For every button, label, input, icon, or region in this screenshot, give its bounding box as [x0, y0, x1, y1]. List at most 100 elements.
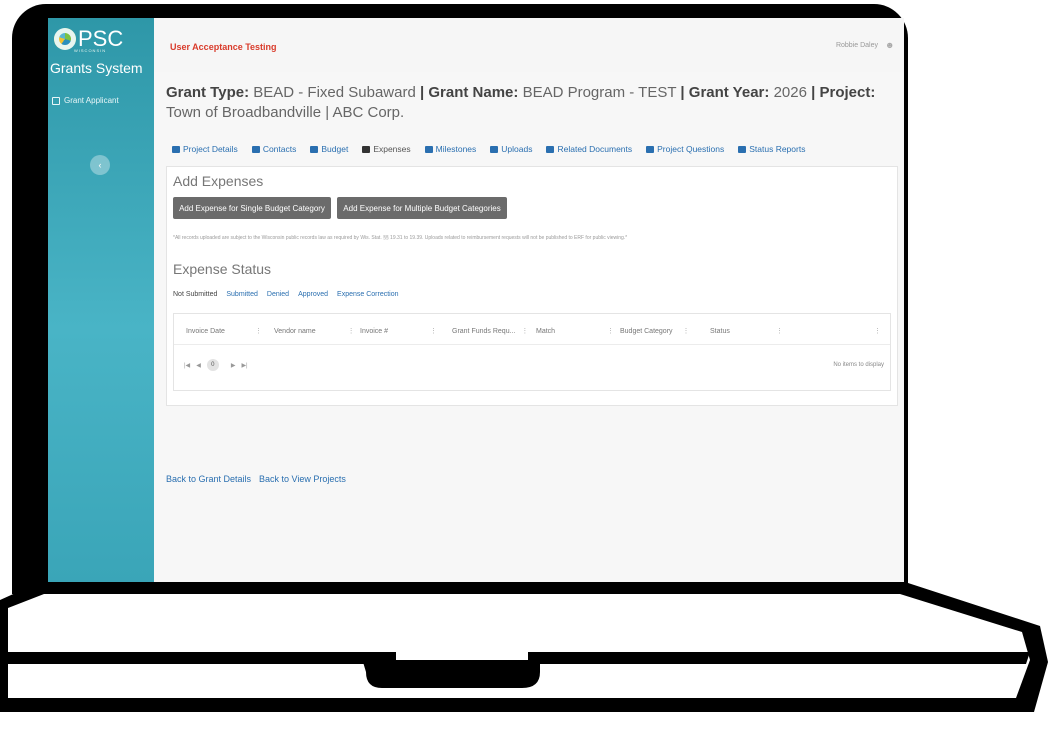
expenses-grid: Invoice Date ⋮ Vendor name ⋮ Invoice # ⋮ Gr… — [173, 313, 891, 391]
tab-expenses[interactable]: Expenses — [362, 144, 411, 154]
expense-status-title: Expense Status — [173, 261, 272, 277]
more-vertical-icon[interactable]: ⋮ — [874, 328, 881, 335]
top-bar: User Acceptance Testing Robbie Daley ☻ — [154, 18, 904, 73]
sidebar-collapse-button[interactable]: ‹ — [90, 155, 110, 175]
app-title: Grants System — [50, 60, 143, 76]
public-records-note: *All records uploaded are subject to the… — [173, 235, 628, 241]
tab-label: Project Questions — [657, 144, 725, 154]
column-header-match[interactable]: Match ⋮ — [536, 327, 614, 335]
environment-label: User Acceptance Testing — [170, 42, 277, 52]
column-header-status[interactable]: Status ⋮ — [710, 327, 783, 335]
tab-contacts[interactable]: Contacts — [251, 144, 297, 154]
app-screen: PSC WISCONSIN Grants System Grant Applic… — [48, 18, 904, 582]
next-page-icon[interactable]: ▶ — [231, 362, 236, 369]
grant-year-value: 2026 — [773, 84, 807, 101]
last-page-icon[interactable]: ▶| — [241, 362, 247, 369]
column-header-grant-funds[interactable]: Grant Funds Requ... ⋮ — [452, 327, 528, 335]
file-icon — [490, 145, 499, 153]
home-icon — [172, 145, 180, 153]
column-header-invoice-number[interactable]: Invoice # ⋮ — [360, 327, 437, 335]
user-name[interactable]: Robbie Daley — [836, 42, 878, 49]
column-label: Vendor name — [274, 328, 316, 335]
sidebar: PSC WISCONSIN Grants System Grant Applic… — [48, 18, 154, 582]
tab-project-questions[interactable]: Project Questions — [646, 144, 724, 154]
tab-expense-correction[interactable]: Expense Correction — [337, 291, 398, 298]
column-menu-icon[interactable]: ⋮ — [776, 328, 783, 335]
tab-approved[interactable]: Approved — [298, 291, 328, 298]
tab-not-submitted[interactable]: Not Submitted — [173, 291, 217, 298]
back-to-grant-details-link[interactable]: Back to Grant Details — [166, 474, 251, 484]
tab-label: Status Reports — [749, 144, 806, 154]
grant-name-label: Grant Name: — [428, 84, 519, 101]
tab-denied[interactable]: Denied — [267, 291, 289, 298]
checklist-icon — [424, 145, 433, 153]
money-icon — [310, 145, 319, 153]
grant-year-label: Grant Year: — [688, 84, 770, 101]
current-page[interactable]: 0 — [206, 359, 219, 371]
column-label: Match — [536, 328, 556, 335]
grant-name-value: BEAD Program - TEST — [522, 84, 677, 101]
tab-label: Milestones — [435, 144, 477, 154]
project-value: Town of Broadbandville | ABC Corp. — [166, 104, 405, 121]
column-menu-icon[interactable]: ⋮ — [348, 328, 355, 335]
document-icon — [52, 96, 60, 105]
laptop-base — [0, 582, 1048, 712]
column-menu-icon[interactable]: ⋮ — [430, 328, 437, 335]
receipt-icon — [362, 145, 371, 153]
tab-budget[interactable]: Budget — [310, 144, 348, 154]
project-tabs: Project Details Contacts Budget Expenses… — [172, 144, 819, 154]
back-to-view-projects-link[interactable]: Back to View Projects — [259, 474, 346, 484]
user-icon[interactable]: ☻ — [885, 40, 894, 51]
tab-label: Expenses — [373, 144, 411, 154]
document-icon — [546, 145, 555, 153]
tab-submitted[interactable]: Submitted — [226, 291, 258, 298]
grid-header: Invoice Date ⋮ Vendor name ⋮ Invoice # ⋮ Gr… — [174, 314, 890, 345]
column-header-vendor-name[interactable]: Vendor name ⋮ — [274, 327, 355, 335]
column-header-budget-category[interactable]: Budget Category ⋮ — [620, 327, 690, 335]
first-page-icon[interactable]: |◀ — [184, 362, 190, 369]
sidebar-item-grant-applicant[interactable]: Grant Applicant — [48, 96, 154, 105]
page-title: Grant Type: BEAD - Fixed Subaward | Gran… — [166, 84, 876, 121]
sidebar-item-label: Grant Applicant — [64, 96, 119, 105]
tab-status-reports[interactable]: Status Reports — [738, 144, 805, 154]
previous-page-icon[interactable]: ◀ — [196, 362, 201, 369]
column-menu-icon[interactable]: ⋮ — [521, 328, 528, 335]
tab-label: Contacts — [262, 144, 297, 154]
add-multiple-categories-button[interactable]: Add Expense for Multiple Budget Categori… — [337, 197, 507, 219]
project-label: Project: — [819, 84, 876, 101]
tab-label: Budget — [321, 144, 349, 154]
tab-label: Uploads — [501, 144, 533, 154]
chevron-left-icon: ‹ — [98, 160, 102, 170]
column-label: Invoice Date — [186, 328, 225, 335]
column-menu-icon[interactable]: ⋮ — [607, 328, 614, 335]
empty-grid-message: No items to display — [833, 362, 884, 368]
add-single-category-button[interactable]: Add Expense for Single Budget Category — [173, 197, 331, 219]
back-links: Back to Grant Details Back to View Proje… — [166, 474, 354, 484]
psc-logo-mark — [54, 28, 76, 50]
tab-project-details[interactable]: Project Details — [172, 144, 238, 154]
column-header-invoice-date[interactable]: Invoice Date ⋮ — [186, 327, 262, 335]
contact-card-icon — [251, 145, 260, 153]
laptop-frame: PSC WISCONSIN Grants System Grant Applic… — [12, 4, 908, 594]
column-menu-icon[interactable]: ⋮ — [255, 328, 262, 335]
tab-related-documents[interactable]: Related Documents — [546, 144, 632, 154]
report-icon — [738, 145, 747, 153]
grid-options-menu[interactable]: ⋮ — [874, 327, 881, 335]
expenses-panel: Add Expenses Add Expense for Single Budg… — [166, 166, 898, 406]
tab-milestones[interactable]: Milestones — [424, 144, 477, 154]
column-menu-icon[interactable]: ⋮ — [683, 328, 690, 335]
grant-type-label: Grant Type: — [166, 84, 250, 101]
tab-label: Project Details — [183, 144, 238, 154]
column-label: Status — [710, 328, 730, 335]
column-label: Budget Category — [620, 328, 673, 335]
logo-subtitle: WISCONSIN — [74, 48, 107, 53]
tab-label: Related Documents — [557, 144, 633, 154]
grant-type-value: BEAD - Fixed Subaward — [253, 84, 416, 101]
column-label: Grant Funds Requ... — [452, 328, 516, 335]
question-icon — [646, 145, 655, 153]
expense-status-tabs: Not Submitted Submitted Denied Approved … — [173, 291, 408, 298]
main-content: Grant Type: BEAD - Fixed Subaward | Gran… — [154, 72, 904, 582]
add-expenses-title: Add Expenses — [173, 173, 264, 189]
tab-uploads[interactable]: Uploads — [490, 144, 532, 154]
grid-pager: |◀ ◀ 0 ▶ ▶| — [184, 359, 254, 371]
